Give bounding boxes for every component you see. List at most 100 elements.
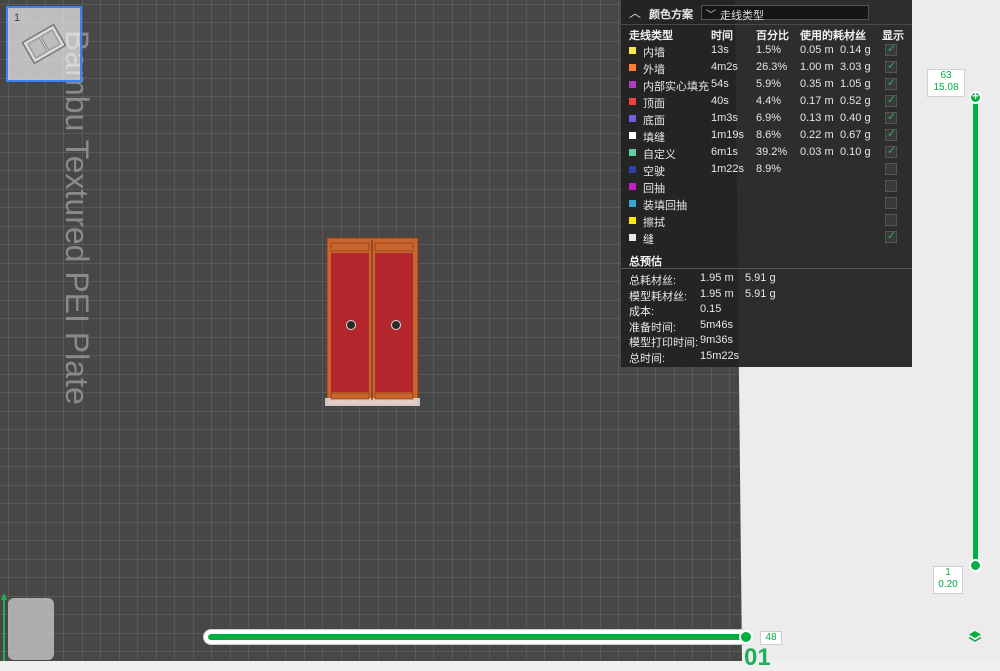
feature-name: 顶面 — [643, 98, 665, 110]
legend-row: 缝 — [621, 229, 912, 246]
show-checkbox[interactable] — [885, 214, 897, 226]
feature-time: 6m1s — [711, 146, 738, 158]
summary-row: 准备时间: 5m46s — [621, 319, 912, 334]
layer-slider-bottom-handle[interactable] — [969, 559, 982, 572]
summary-row: 总时间: 15m22s — [621, 350, 912, 365]
move-slider-handle[interactable] — [739, 630, 753, 644]
feature-time: 13s — [711, 44, 729, 56]
feature-length: 0.13 m — [800, 112, 834, 124]
show-checkbox[interactable] — [885, 144, 897, 158]
summary-row: 总耗材丝: 1.95 m 5.91 g — [621, 272, 912, 287]
layer-slider-top-handle[interactable]: + — [969, 89, 982, 104]
summary-value-1: 1.95 m — [700, 272, 734, 284]
feature-name: 外墙 — [643, 64, 665, 76]
feature-percent: 8.9% — [756, 163, 782, 175]
move-slider-fill — [208, 634, 746, 640]
feature-time: 4m2s — [711, 61, 738, 73]
show-checkbox[interactable] — [885, 180, 897, 192]
bottom-layer-label: 1 0.20 — [933, 566, 963, 594]
summary-row: 成本: 0.15 — [621, 303, 912, 318]
show-checkbox[interactable] — [885, 110, 897, 124]
summary-divider — [621, 268, 912, 269]
color-swatch — [629, 115, 636, 122]
feature-time: 1m3s — [711, 112, 738, 124]
feature-time: 1m19s — [711, 129, 745, 141]
col-header-type: 走线类型 — [629, 30, 673, 42]
summary-label: 总耗材丝: — [629, 275, 677, 287]
summary-row: 模型耗材丝: 1.95 m 5.91 g — [621, 288, 912, 303]
show-checkbox[interactable] — [885, 127, 897, 141]
summary-value-1: 0.15 — [700, 303, 722, 315]
show-checkbox[interactable] — [885, 197, 897, 209]
feature-name: 擦拭 — [643, 217, 665, 229]
summary-value-1: 9m36s — [700, 334, 734, 346]
feature-time: 40s — [711, 95, 729, 107]
show-checkbox[interactable] — [885, 76, 897, 90]
legend-row: 顶面 40s 4.4% 0.17 m 0.52 g — [621, 93, 912, 110]
feature-percent: 8.6% — [756, 129, 782, 141]
show-checkbox[interactable] — [885, 59, 897, 73]
show-checkbox[interactable] — [885, 42, 897, 56]
show-checkbox[interactable] — [885, 163, 897, 175]
color-scheme-select[interactable]: ﹀ 走线类型 — [701, 5, 869, 22]
color-swatch — [629, 166, 636, 173]
show-checkbox[interactable] — [885, 229, 897, 243]
top-layer-height: 15.08 — [933, 82, 959, 93]
summary-label: 成本: — [629, 306, 655, 318]
summary-label: 模型耗材丝: — [629, 290, 688, 303]
color-swatch — [629, 98, 636, 105]
feature-length: 0.03 m — [800, 146, 834, 158]
feature-weight: 0.52 g — [840, 95, 871, 107]
move-slider-value: 48 — [760, 631, 782, 645]
color-swatch — [629, 200, 636, 207]
summary-value-1: 5m46s — [700, 318, 734, 331]
feature-name: 空驶 — [643, 166, 665, 178]
feature-percent: 39.2% — [756, 146, 788, 158]
color-swatch — [629, 47, 636, 54]
feature-length: 0.05 m — [800, 44, 834, 56]
feature-name: 自定义 — [643, 149, 676, 161]
color-swatch — [629, 183, 636, 190]
legend-row: 装填回抽 — [621, 195, 912, 212]
feature-name: 回抽 — [643, 183, 665, 195]
color-swatch — [629, 217, 636, 224]
color-swatch — [629, 81, 636, 88]
feature-percent: 1.5% — [756, 44, 782, 56]
layer-slider-track[interactable] — [973, 98, 978, 566]
layers-icon[interactable] — [968, 630, 982, 644]
color-scheme-value: 走线类型 — [720, 10, 764, 22]
summary-value-2: 5.91 g — [745, 287, 776, 300]
feature-name: 装填回抽 — [643, 200, 687, 212]
legend-row: 擦拭 — [621, 212, 912, 229]
feature-percent: 4.4% — [756, 95, 782, 107]
feature-name: 内部实心填充 — [643, 81, 709, 93]
feature-name: 缝 — [643, 234, 654, 246]
summary-label: 模型打印时间: — [629, 337, 699, 349]
summary-label: 准备时间: — [629, 321, 677, 334]
legend-row: 内部实心填充 54s 5.9% 0.35 m 1.05 g — [621, 76, 912, 93]
legend-row: 底面 1m3s 6.9% 0.13 m 0.40 g — [621, 110, 912, 127]
feature-length: 0.17 m — [800, 95, 834, 107]
color-scheme-label: 颜色方案 — [649, 9, 693, 21]
plate-number: 1 — [14, 12, 21, 24]
plate-thumbnail[interactable]: 1 — [6, 6, 82, 82]
show-checkbox[interactable] — [885, 93, 897, 107]
summary-row: 模型打印时间: 9m36s — [621, 334, 912, 349]
model-preview — [325, 237, 420, 406]
bottom-layer-height: 0.20 — [938, 579, 958, 590]
summary-value-1: 1.95 m — [700, 287, 734, 300]
feature-name: 底面 — [643, 115, 665, 127]
color-swatch — [629, 234, 636, 241]
col-header-time: 时间 — [711, 30, 733, 42]
color-scheme-header: ︿ 颜色方案 ﹀ 走线类型 — [621, 0, 912, 25]
feature-percent: 6.9% — [756, 112, 782, 124]
feature-name: 内墙 — [643, 47, 665, 59]
feature-weight: 1.05 g — [840, 78, 871, 90]
top-layer-label: 63 15.08 — [927, 69, 965, 97]
summary-value-2: 5.91 g — [745, 272, 776, 284]
feature-percent: 26.3% — [756, 61, 788, 73]
feature-length: 0.22 m — [800, 129, 834, 141]
feature-weight: 0.40 g — [840, 112, 871, 124]
legend-row: 回抽 — [621, 178, 912, 195]
collapse-icon[interactable]: ︿ — [629, 4, 641, 21]
